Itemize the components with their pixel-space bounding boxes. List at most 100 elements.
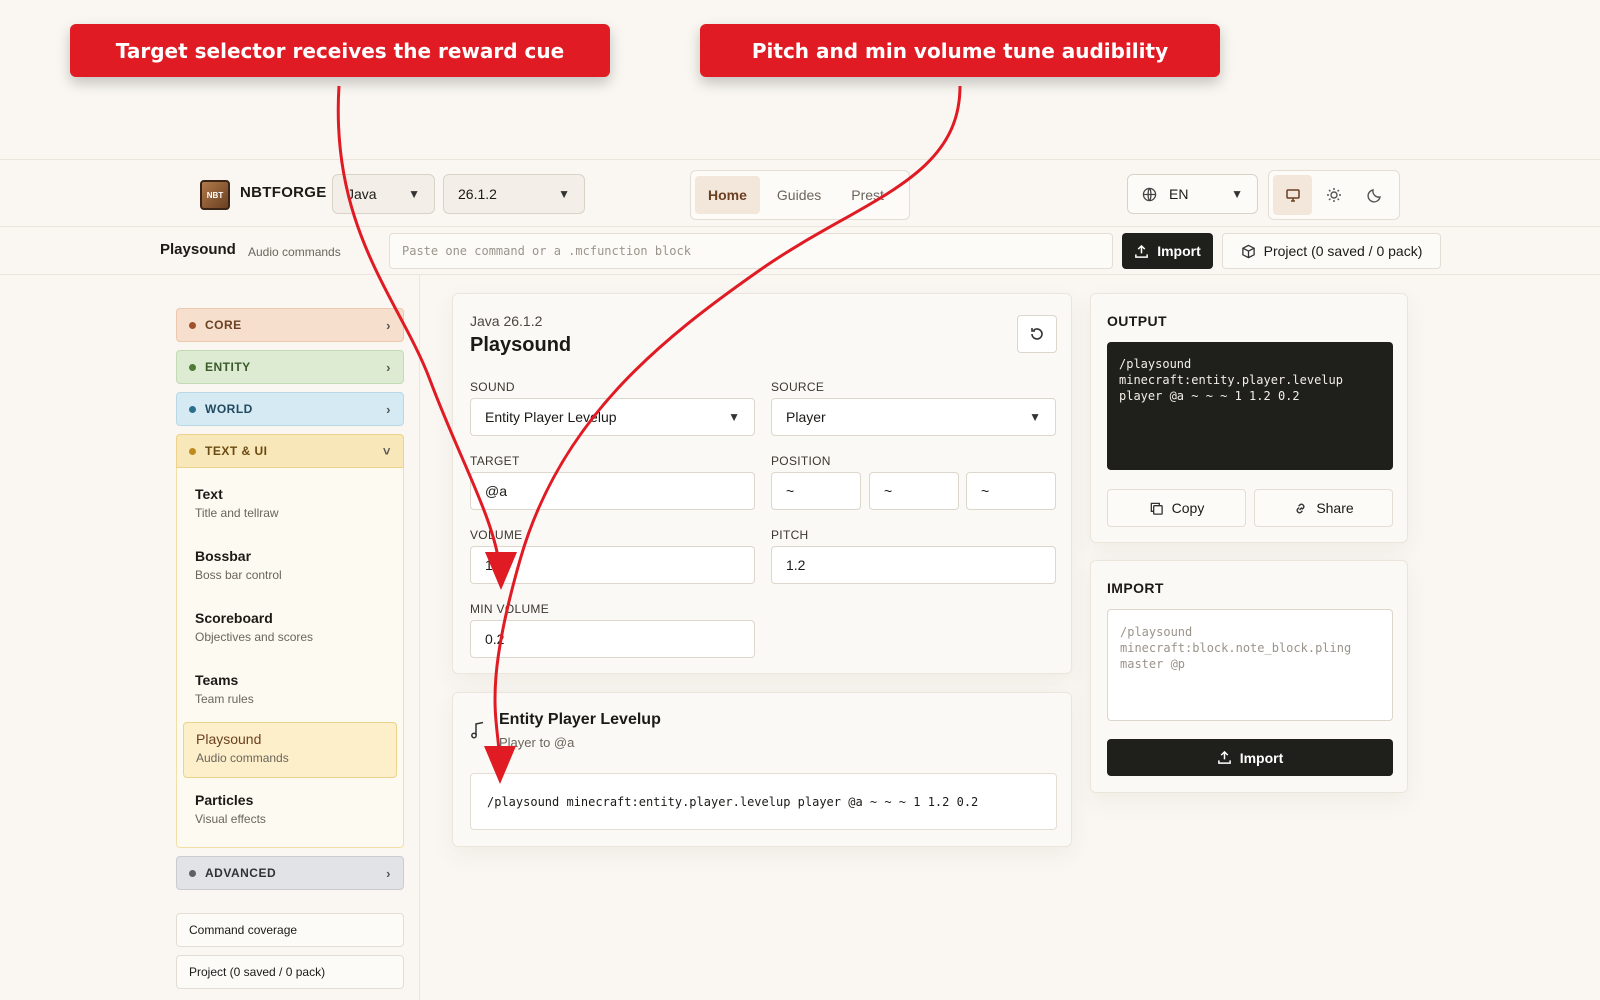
editor-title: Playsound [470, 334, 572, 356]
category-advanced[interactable]: ADVANCED › [176, 856, 404, 890]
position-y-input[interactable]: ~ [869, 472, 959, 510]
output-title: OUTPUT [1107, 313, 1167, 329]
sidebar-item-title: Text [195, 486, 223, 502]
sound-select[interactable]: Entity Player Levelup ▼ [470, 398, 755, 436]
position-z-input[interactable]: ~ [966, 472, 1056, 510]
theme-system-button[interactable] [1273, 175, 1313, 215]
chevron-down-icon: ▼ [408, 187, 420, 201]
version-select[interactable]: 26.1.2 ▼ [443, 174, 585, 214]
sun-icon [1326, 188, 1341, 202]
sound-label: SOUND [470, 380, 515, 394]
target-input[interactable]: @a [470, 472, 755, 510]
import-button[interactable]: Import [1122, 233, 1213, 269]
preview-command[interactable]: /playsound minecraft:entity.player.level… [470, 773, 1057, 830]
editor-version: Java 26.1.2 [470, 313, 543, 329]
link-icon [1296, 503, 1305, 513]
nav-guides[interactable]: Guides [764, 176, 834, 214]
project-button[interactable]: Project (0 saved / 0 pack) [1222, 233, 1441, 269]
chevron-down-icon: ▼ [1029, 410, 1041, 424]
command-preview-card: Entity Player Levelup Player to @a /play… [452, 692, 1072, 847]
top-navbar: NBT NBTFORGE Java ▼ 26.1.2 ▼ Home Guides… [0, 159, 1600, 227]
preview-title: Entity Player Levelup [499, 711, 661, 728]
output-line: player @a ~ ~ ~ 1 1.2 0.2 [1119, 389, 1300, 403]
share-button[interactable]: Share [1254, 489, 1393, 527]
sound-value: Entity Player Levelup [485, 409, 617, 425]
chevron-right-icon: › [386, 865, 391, 881]
volume-input[interactable]: 1 [470, 546, 755, 584]
nav-presets[interactable]: Prest [838, 176, 897, 214]
category-world[interactable]: WORLD › [176, 392, 404, 426]
source-value: Player [786, 409, 826, 425]
nav-home[interactable]: Home [695, 176, 760, 214]
sidebar-project-button[interactable]: Project (0 saved / 0 pack) [176, 955, 404, 989]
chevron-down-icon: ▼ [1231, 187, 1243, 201]
min-volume-label: MIN VOLUME [470, 602, 550, 616]
category-advanced-label: ADVANCED [205, 866, 277, 880]
output-code[interactable]: /playsound minecraft:entity.player.level… [1107, 342, 1393, 470]
theme-light-button[interactable] [1314, 175, 1353, 215]
globe-icon [1142, 187, 1157, 201]
sidebar-item-teams[interactable]: Teams Team rules [183, 664, 397, 720]
output-line: minecraft:entity.player.levelup [1119, 373, 1343, 387]
package-icon [1241, 244, 1255, 258]
sidebar-item-scoreboard[interactable]: Scoreboard Objectives and scores [183, 602, 397, 658]
sidebar-item-text[interactable]: Text Title and tellraw [183, 478, 397, 534]
playsound-editor-card: Java 26.1.2 Playsound SOUND Entity Playe… [452, 293, 1072, 674]
import-submit-button[interactable]: Import [1107, 739, 1393, 776]
sidebar-item-title: Bossbar [195, 548, 252, 564]
upload-icon [1135, 244, 1149, 258]
chevron-down-icon: ▼ [728, 410, 740, 424]
copy-button[interactable]: Copy [1107, 489, 1246, 527]
category-entity[interactable]: ENTITY › [176, 350, 404, 384]
min-volume-input[interactable]: 0.2 [470, 620, 755, 658]
sidebar-item-title: Particles [195, 792, 254, 808]
category-entity-label: ENTITY [205, 360, 251, 374]
theme-switcher [1268, 170, 1400, 220]
source-label: SOURCE [771, 380, 825, 394]
source-select[interactable]: Player ▼ [771, 398, 1056, 436]
world-dot [189, 405, 196, 413]
main-nav: Home Guides Prest [690, 170, 910, 220]
chevron-down-icon: ˅ [382, 443, 391, 459]
sidebar-item-desc: Title and tellraw [195, 506, 279, 520]
project-button-label: Project (0 saved / 0 pack) [1263, 243, 1423, 259]
upload-icon [1217, 750, 1231, 764]
chevron-down-icon: ▼ [558, 187, 570, 201]
sidebar-item-title: Scoreboard [195, 610, 273, 626]
import-button-label: Import [1157, 243, 1201, 259]
sidebar-item-particles[interactable]: Particles Visual effects [183, 784, 397, 840]
annotation-target-callout: Target selector receives the reward cue [70, 24, 610, 77]
import-textarea[interactable]: /playsound minecraft:block.note_block.pl… [1107, 609, 1393, 721]
brand-name[interactable]: NBTFORGE [240, 184, 327, 201]
reset-button[interactable] [1017, 315, 1057, 353]
import-placeholder-line: minecraft:block.note_block.pling [1120, 641, 1352, 655]
sidebar-item-title: Teams [195, 672, 239, 688]
category-core[interactable]: CORE › [176, 308, 404, 342]
monitor-icon [1285, 189, 1300, 202]
pitch-input[interactable]: 1.2 [771, 546, 1056, 584]
entity-dot [189, 363, 196, 371]
sidebar-item-playsound[interactable]: Playsound Audio commands [183, 722, 397, 778]
sidebar-item-bossbar[interactable]: Bossbar Boss bar control [183, 540, 397, 596]
category-text-ui[interactable]: TEXT & UI ˅ [176, 434, 404, 468]
annotation-pitch-callout: Pitch and min volume tune audibility [700, 24, 1220, 77]
edition-select[interactable]: Java ▼ [332, 174, 435, 214]
share-button-label: Share [1316, 500, 1354, 516]
copy-button-label: Copy [1171, 500, 1205, 516]
category-core-label: CORE [205, 318, 242, 332]
advanced-dot [189, 869, 196, 877]
command-coverage-button[interactable]: Command coverage [176, 913, 404, 947]
sidebar-item-desc: Objectives and scores [195, 630, 314, 644]
position-x-input[interactable]: ~ [771, 472, 861, 510]
theme-dark-button[interactable] [1356, 175, 1395, 215]
paste-command-input[interactable]: Paste one command or a .mcfunction block [389, 233, 1113, 269]
sidebar-item-desc: Audio commands [196, 751, 289, 765]
import-placeholder-line: /playsound [1120, 625, 1193, 639]
nbtforge-logo[interactable]: NBT [200, 180, 230, 210]
language-select[interactable]: EN ▼ [1127, 174, 1258, 214]
chevron-right-icon: › [386, 401, 391, 417]
language-value: EN [1169, 186, 1189, 202]
text-ui-dot [189, 447, 196, 455]
import-placeholder-line: master @p [1120, 657, 1186, 671]
target-label: TARGET [470, 454, 520, 468]
